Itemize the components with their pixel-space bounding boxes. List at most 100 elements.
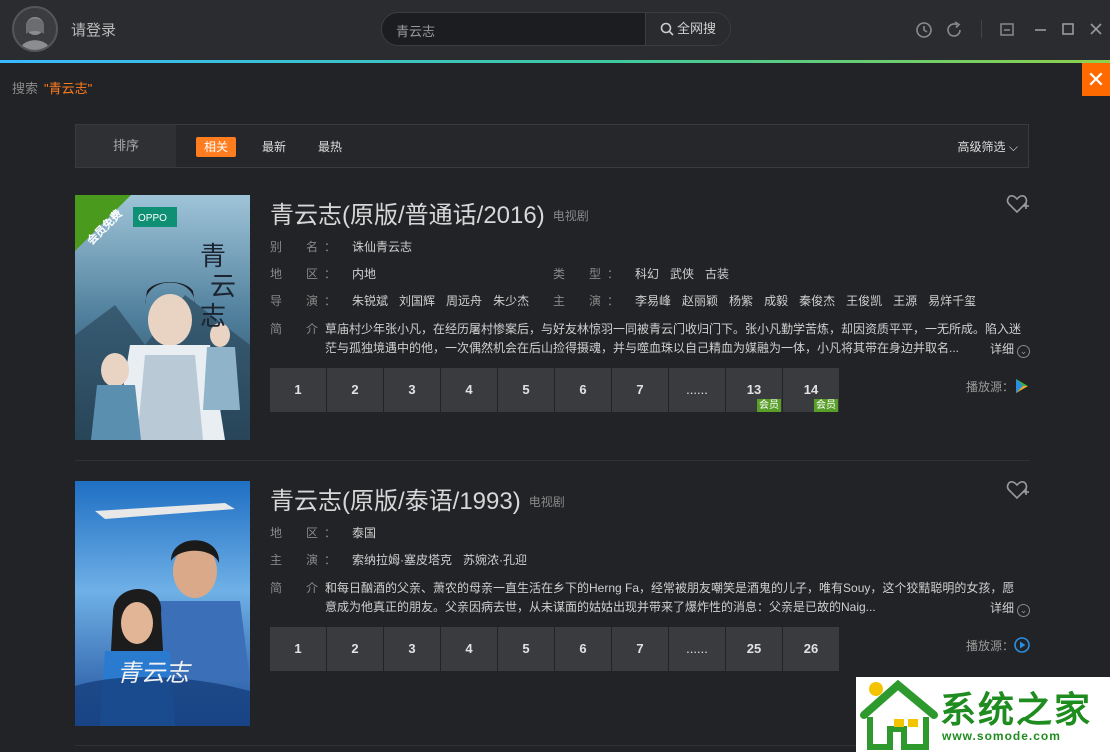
episode-button[interactable]: 4 — [441, 368, 497, 412]
close-window-icon[interactable] — [1085, 19, 1107, 41]
poster-art: 青云志 — [75, 481, 250, 726]
episode-label: 1 — [294, 382, 302, 397]
episode-button[interactable]: 14 会员 — [783, 368, 839, 412]
cast-link[interactable]: 李易峰 — [635, 294, 671, 308]
director-link[interactable]: 刘国辉 — [399, 294, 435, 308]
director-link[interactable]: 周远舟 — [446, 294, 482, 308]
episode-button[interactable]: 4 — [441, 627, 497, 671]
episode-more-button[interactable]: ...... — [669, 368, 725, 412]
detail-label: 详细 — [989, 342, 1014, 356]
cast-link[interactable]: 秦俊杰 — [799, 294, 835, 308]
vip-badge: 会员 — [757, 399, 781, 412]
description: 简 介： 草庙村少年张小凡，在经历屠村惨案后，与好友林惊羽一同被青云门收归门下。张… — [270, 320, 1025, 360]
detail-label: 详细 — [989, 601, 1014, 615]
sort-label: 排序 — [76, 125, 176, 167]
advanced-filter[interactable]: 高级筛选 ⌵ — [958, 137, 1018, 157]
episode-button[interactable]: 2 — [327, 368, 383, 412]
director-link[interactable]: 朱锐斌 — [352, 294, 388, 308]
favorite-add-icon[interactable] — [1006, 193, 1030, 215]
breadcrumb-query: "青云志" — [44, 81, 93, 96]
breadcrumb-label: 搜索 — [12, 81, 39, 96]
alias-key: 别 名： — [270, 240, 343, 254]
episode-button[interactable]: 2 — [327, 627, 383, 671]
description-text: 草庙村少年张小凡，在经历屠村惨案后，与好友林惊羽一同被青云门收归门下。张小凡勤学… — [325, 322, 1022, 355]
episode-more-button[interactable]: ...... — [669, 627, 725, 671]
director-link[interactable]: 朱少杰 — [493, 294, 529, 308]
history-icon[interactable] — [913, 19, 935, 41]
cast-link[interactable]: 成毅 — [764, 294, 788, 308]
cast-link[interactable]: 赵丽颖 — [682, 294, 718, 308]
episode-button[interactable]: 3 — [384, 368, 440, 412]
episode-button[interactable]: 3 — [384, 627, 440, 671]
episode-label: 2 — [351, 641, 359, 656]
play-source[interactable]: 播放源： — [966, 637, 1030, 654]
cast-link[interactable]: 杨紫 — [729, 294, 753, 308]
genre-key: 类 型： — [553, 267, 626, 281]
episode-label: 6 — [579, 641, 587, 656]
genre-tag[interactable]: 古装 — [705, 267, 729, 281]
favorite-add-icon[interactable] — [1006, 479, 1030, 501]
episode-label: 25 — [746, 641, 762, 656]
episode-button[interactable]: 7 — [612, 627, 668, 671]
result-title[interactable]: 青云志(原版/普通话/2016) 电视剧 — [270, 195, 589, 230]
play-source-label: 播放源： — [965, 639, 1014, 653]
episode-button[interactable]: 5 — [498, 368, 554, 412]
description: 简 介： 和每日酗酒的父亲、萧农的母亲一直生活在乡下的Herng Fa，经常被朋友… — [270, 579, 1025, 619]
play-source-label: 播放源： — [965, 380, 1014, 394]
episode-button[interactable]: 1 — [270, 368, 326, 412]
episode-button[interactable]: 5 — [498, 627, 554, 671]
region-value[interactable]: 内地 — [352, 267, 376, 281]
alias-row: 别 名： 诛仙青云志 — [270, 239, 423, 255]
episode-button[interactable]: 13 会员 — [726, 368, 782, 412]
episode-label: ...... — [686, 641, 708, 656]
episode-label: 3 — [408, 641, 416, 656]
cast-link[interactable]: 王源 — [893, 294, 917, 308]
genre-tag[interactable]: 科幻 — [635, 267, 659, 281]
mini-mode-icon[interactable] — [996, 19, 1018, 41]
episode-button[interactable]: 1 — [270, 627, 326, 671]
sort-newest[interactable]: 最新 — [254, 137, 294, 157]
result-title-text: 青云志(原版/普通话/2016) — [270, 202, 545, 229]
minimize-icon[interactable] — [1030, 19, 1052, 41]
result-title[interactable]: 青云志(原版/泰语/1993) 电视剧 — [270, 481, 565, 516]
episode-label: 5 — [522, 382, 530, 397]
cast-link[interactable]: 索纳拉姆·塞皮塔克 — [352, 553, 452, 567]
refresh-icon[interactable] — [943, 19, 965, 41]
close-results-button[interactable]: ✕ — [1082, 63, 1110, 96]
episode-label: 7 — [636, 641, 644, 656]
sort-hottest[interactable]: 最热 — [310, 137, 350, 157]
detail-toggle[interactable]: 详细 ⌄ — [990, 340, 1030, 358]
house-logo-icon — [860, 679, 938, 750]
login-link[interactable]: 请登录 — [71, 19, 116, 40]
search-button[interactable]: 全网搜 — [645, 13, 730, 45]
episode-label: 4 — [465, 641, 473, 656]
episode-button[interactable]: 6 — [555, 627, 611, 671]
search-input[interactable] — [394, 20, 638, 40]
cast-link[interactable]: 易烊千玺 — [928, 294, 976, 308]
cast-link[interactable]: 苏婉浓·孔迎 — [463, 553, 527, 567]
source-play-icon — [1016, 379, 1028, 393]
result-divider — [75, 460, 1030, 461]
search-icon — [660, 22, 674, 36]
episode-label: 2 — [351, 382, 359, 397]
genre-tag[interactable]: 武侠 — [670, 267, 694, 281]
maximize-icon[interactable] — [1057, 19, 1079, 41]
detail-toggle[interactable]: 详细 ⌄ — [990, 599, 1030, 617]
sort-relevant[interactable]: 相关 — [196, 137, 237, 157]
director-row: 导 演： 朱锐斌 刘国辉 周远舟 朱少杰 — [270, 293, 540, 309]
cast-link[interactable]: 王俊凯 — [846, 294, 882, 308]
region-value[interactable]: 泰国 — [352, 526, 376, 540]
poster-calligraphy: 志 — [200, 302, 226, 332]
episode-button[interactable]: 26 — [783, 627, 839, 671]
episode-button[interactable]: 6 — [555, 368, 611, 412]
user-icon — [20, 17, 50, 50]
episode-button[interactable]: 25 — [726, 627, 782, 671]
poster-image[interactable]: 青 云 志 OPPO 会员免费 — [75, 195, 250, 440]
accent-line — [0, 60, 1110, 63]
episode-button[interactable]: 7 — [612, 368, 668, 412]
description-text: 和每日酗酒的父亲、萧农的母亲一直生活在乡下的Herng Fa，经常被朋友嘲笑是酒… — [325, 581, 1015, 614]
avatar[interactable] — [12, 6, 58, 52]
play-source[interactable]: 播放源： — [966, 378, 1030, 395]
poster-image[interactable]: 青云志 — [75, 481, 250, 726]
poster-title-art: 青云志 — [117, 659, 192, 687]
